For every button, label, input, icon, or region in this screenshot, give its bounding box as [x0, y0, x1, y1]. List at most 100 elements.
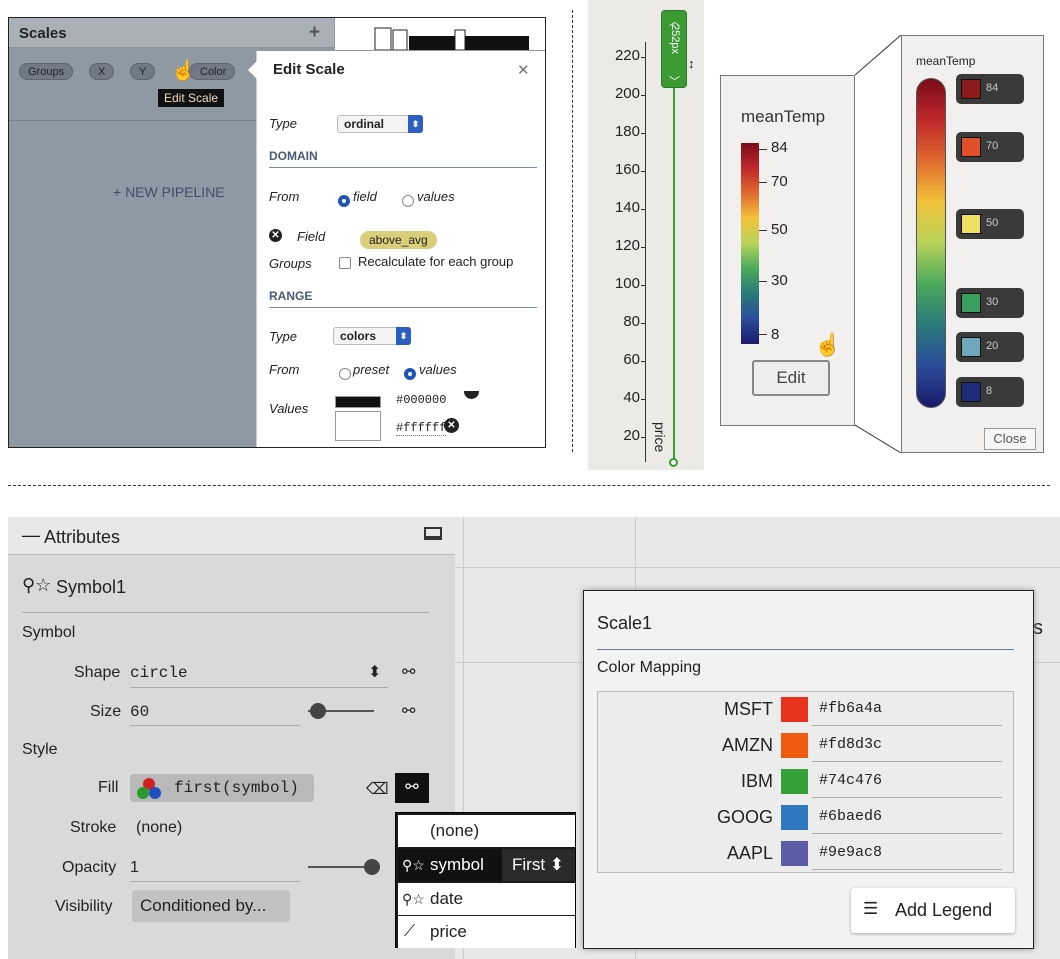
- color-stop-value: 20: [986, 340, 999, 352]
- section-color-mapping: Color Mapping: [597, 659, 702, 676]
- color-stop-value: 50: [986, 217, 999, 229]
- remove-value-icon[interactable]: [464, 391, 479, 399]
- legend-tick-label: 30: [771, 272, 788, 289]
- range-from-label: From: [269, 362, 300, 377]
- recalc-checkbox[interactable]: [339, 257, 351, 269]
- swatch-black[interactable]: [335, 396, 381, 408]
- type-label: Type: [269, 116, 297, 131]
- collapse-button[interactable]: —: [22, 525, 40, 546]
- size-input[interactable]: 60: [130, 703, 149, 721]
- color-stop-swatch[interactable]: [961, 337, 981, 357]
- color-hex-input[interactable]: #fb6a4a: [819, 700, 882, 717]
- color-swatch[interactable]: [781, 697, 808, 722]
- color-stop-swatch[interactable]: [961, 382, 981, 402]
- category-name: GOOG: [716, 807, 773, 827]
- axis-tick-label: 160: [614, 161, 640, 178]
- type-select[interactable]: ordinal ⬍: [337, 115, 423, 133]
- underline: [130, 725, 300, 726]
- from-field-radio[interactable]: [338, 195, 350, 207]
- color-hex-input[interactable]: #9e9ac8: [819, 844, 882, 861]
- opacity-input[interactable]: 1: [130, 859, 139, 877]
- legend-edit-button[interactable]: Edit: [752, 360, 830, 396]
- color-stop[interactable]: 20: [956, 332, 1024, 362]
- color-stop[interactable]: 8: [956, 377, 1024, 407]
- axis-end-handle[interactable]: [669, 458, 678, 467]
- color-stop-swatch[interactable]: [961, 137, 981, 157]
- eraser-icon[interactable]: ⌫: [366, 779, 389, 799]
- color-stop[interactable]: 70: [956, 132, 1024, 162]
- size-slider-thumb[interactable]: [310, 703, 326, 719]
- color-mapping-row: AAPL #9e9ac8: [598, 836, 1048, 872]
- color-hex-input[interactable]: #6baed6: [819, 808, 882, 825]
- axis-tick: [641, 57, 646, 58]
- range-type-select[interactable]: colors ⬍: [333, 327, 411, 345]
- new-pipeline-button[interactable]: + NEW PIPELINE: [113, 184, 225, 200]
- axis-tick-label: 200: [614, 85, 640, 102]
- category-name: MSFT: [724, 699, 773, 719]
- field-pill[interactable]: above_avg: [360, 231, 437, 249]
- range-values-radio[interactable]: [404, 368, 416, 380]
- type-select-value: ordinal: [344, 117, 385, 131]
- color-hex-input[interactable]: #74c476: [819, 772, 882, 789]
- opacity-slider-thumb[interactable]: [364, 859, 380, 875]
- color-stop[interactable]: 30: [956, 288, 1024, 318]
- chip-x[interactable]: X: [89, 63, 115, 80]
- value2-input[interactable]: #ffffff: [396, 421, 447, 436]
- chip-groups[interactable]: Groups: [19, 63, 74, 80]
- visibility-button[interactable]: Conditioned by...: [132, 890, 290, 922]
- aggregate-select[interactable]: First ⬍: [502, 849, 575, 881]
- dropdown-item-label: date: [430, 889, 464, 908]
- zoom-connector: [855, 35, 902, 454]
- color-swatch[interactable]: [781, 805, 808, 830]
- from-values-radio[interactable]: [402, 195, 414, 207]
- dropdown-item-price[interactable]: ⟋ price: [398, 916, 575, 948]
- scale-title: Scale1: [597, 613, 653, 633]
- category-name: AMZN: [722, 735, 773, 755]
- horizontal-divider: [8, 485, 1050, 486]
- category-name: AAPL: [726, 843, 773, 863]
- from-field-label: field: [353, 189, 377, 204]
- size-label: Size: [90, 703, 122, 720]
- add-legend-label: Add Legend: [895, 900, 993, 920]
- color-stop-value: 30: [986, 296, 999, 308]
- link-icon[interactable]: ⚯: [402, 701, 415, 721]
- color-stop-swatch[interactable]: [961, 293, 981, 313]
- color-swatch[interactable]: [781, 769, 808, 794]
- color-swatch[interactable]: [781, 841, 808, 866]
- color-stop[interactable]: 50: [956, 209, 1024, 239]
- dropdown-item-none[interactable]: (none): [398, 815, 575, 847]
- window-icon[interactable]: [424, 527, 442, 540]
- range-preset-radio[interactable]: [339, 368, 351, 380]
- stroke-label: Stroke: [70, 819, 117, 836]
- fill-binding[interactable]: first(symbol): [130, 774, 314, 802]
- color-stop-swatch[interactable]: [961, 214, 981, 234]
- dropdown-item-symbol[interactable]: ⚲☆ symbol First ⬍: [398, 849, 575, 881]
- scales-header: Scales +: [9, 18, 334, 48]
- underline: [812, 833, 1002, 834]
- swatch-white[interactable]: [335, 411, 381, 441]
- color-hex-input[interactable]: #fd8d3c: [819, 736, 882, 753]
- remove-value-icon[interactable]: ✕: [444, 418, 459, 433]
- stroke-value[interactable]: (none): [136, 819, 182, 837]
- color-stop-swatch[interactable]: [961, 79, 981, 99]
- value1-input[interactable]: #000000: [396, 393, 446, 407]
- close-icon[interactable]: ✕: [517, 61, 530, 79]
- color-swatch[interactable]: [781, 733, 808, 758]
- shape-select[interactable]: circle: [130, 664, 188, 682]
- legend-tick-label: 84: [771, 139, 788, 156]
- add-scale-button[interactable]: +: [309, 22, 320, 44]
- select-arrow-icon[interactable]: ⬍: [368, 662, 381, 682]
- link-icon[interactable]: ⚯: [395, 773, 429, 803]
- chip-y[interactable]: Y: [130, 63, 156, 80]
- close-button[interactable]: Close: [984, 428, 1036, 450]
- dropdown-item-date[interactable]: ⚲☆ date: [398, 883, 575, 915]
- color-stop[interactable]: 84: [956, 74, 1024, 104]
- add-legend-button[interactable]: ☰ Add Legend: [851, 888, 1015, 933]
- axis-length-bar[interactable]: [673, 80, 675, 464]
- remove-field-icon[interactable]: ✕: [269, 229, 282, 242]
- link-icon[interactable]: ⚯: [402, 662, 415, 682]
- underline: [812, 725, 1002, 726]
- underline: [812, 761, 1002, 762]
- attributes-header: — Attributes: [8, 517, 455, 555]
- legend-list-icon: ☰: [863, 899, 879, 918]
